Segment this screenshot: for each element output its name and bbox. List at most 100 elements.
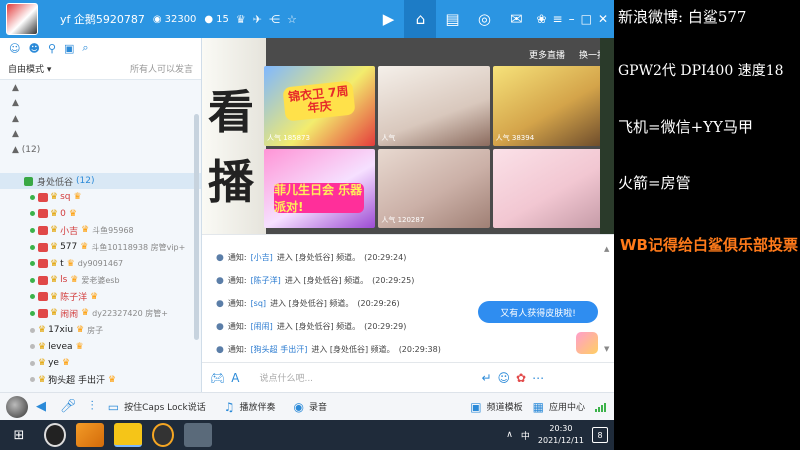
channel-group[interactable]: 身处低谷 (12) — [0, 173, 201, 189]
crown-icon[interactable]: ♛ — [236, 13, 246, 26]
message-user[interactable]: [狗头超 手出汗] — [251, 344, 308, 355]
yy-app-icon[interactable] — [114, 423, 142, 447]
app-center-button[interactable]: ▦ 应用中心 — [533, 400, 585, 414]
user-row[interactable]: ♛ levea ♛ — [0, 338, 201, 355]
user-name[interactable]: yf 企鹅5920787 — [60, 11, 145, 27]
user-row[interactable]: ♛ ye ♛ — [0, 355, 201, 372]
channel-template-button[interactable]: ▣ 频道模板 — [470, 400, 522, 414]
stream-card[interactable] — [492, 148, 604, 228]
tree-section[interactable] — [0, 158, 201, 174]
obs-app-icon[interactable] — [44, 423, 66, 447]
record-button[interactable]: ◉ 录音 — [293, 400, 327, 414]
role-badge-icon — [38, 225, 48, 235]
tray-up-icon[interactable]: ∧ — [506, 430, 513, 440]
video-icon[interactable]: ▶ — [372, 0, 404, 38]
share-icon[interactable]: ⋲ — [269, 13, 280, 26]
maximize-icon[interactable]: □ — [581, 12, 592, 26]
stream-card[interactable]: 人气 38394 — [492, 66, 604, 146]
user-row[interactable]: ♛ 17xiu ♛ 房子 — [0, 322, 201, 339]
tree-section[interactable]: ▲ — [0, 127, 201, 143]
mixer-icon[interactable]: ⫶ — [91, 399, 94, 414]
stream-card[interactable]: 人气 — [378, 66, 490, 146]
user-row[interactable]: ♛ 陈子洋 ♛ — [0, 289, 201, 306]
user-row[interactable]: ♛ ls ♛ 爱老婆esb — [0, 272, 201, 289]
message-user[interactable]: [小吉] — [251, 252, 273, 263]
font-icon[interactable]: A — [231, 371, 239, 385]
scroll-down-icon[interactable]: ▼ — [604, 345, 609, 353]
user-row[interactable]: ♛ 577 ♛ 斗鱼10118938 房管vip+ — [0, 239, 201, 256]
user-avatar[interactable] — [6, 3, 38, 35]
status-dot — [30, 227, 35, 233]
list-icon[interactable]: ▤ — [436, 0, 468, 38]
user-name: 17xiu — [48, 325, 74, 336]
user-icon[interactable]: ☺ — [9, 42, 20, 55]
location-icon[interactable]: ⚲ — [48, 42, 56, 55]
message-user[interactable]: [陈子洋] — [251, 275, 281, 286]
mic-icon[interactable]: 🎤︎ — [60, 399, 77, 414]
menu-icon[interactable]: ≡ — [553, 12, 563, 26]
user-row[interactable]: ♛ 闹闹 ♛ dy22327420 房管+ — [0, 305, 201, 322]
ime-indicator[interactable]: 中 — [521, 429, 530, 442]
self-avatar[interactable] — [6, 395, 28, 418]
title-bar: yf 企鹅5920787 ◉ 32300 ● 15 ♛ ✈ ⋲ ☆ ▶ ⌂ ▤ ◎ … — [0, 0, 614, 38]
window-app-icon[interactable] — [184, 423, 212, 447]
user-row[interactable]: ♛ 0 ♛ — [0, 206, 201, 223]
scroll-up-icon[interactable]: ▲ — [604, 245, 609, 253]
minimize-icon[interactable]: – — [569, 12, 575, 26]
tree-section-count[interactable]: ▲ (12) — [0, 142, 201, 158]
flower-icon[interactable]: ✿ — [516, 371, 526, 385]
face-icon[interactable]: ☻ — [28, 42, 39, 55]
clock[interactable]: 20:30 2021/12/11 — [538, 423, 584, 447]
gift-icon[interactable] — [576, 332, 598, 354]
calligraphy-char: 看 — [208, 85, 254, 139]
windows-taskbar: ⊞ ∧ 中 20:30 2021/12/11 8 — [0, 420, 614, 450]
more-live-link[interactable]: 更多直播 — [529, 48, 565, 61]
user-row[interactable]: ♛ 小吉 ♛ 斗鱼95968 — [0, 222, 201, 239]
skin-icon[interactable]: ❀ — [536, 12, 546, 26]
clock-time: 20:30 — [549, 424, 573, 433]
home-icon[interactable]: ⌂ — [404, 0, 437, 38]
tree-section[interactable]: ▲ — [0, 111, 201, 127]
more-icon[interactable]: ⋯ — [532, 371, 544, 385]
stream-card[interactable]: 菲儿生日会 乐器派对! — [264, 148, 376, 228]
gamepad-icon[interactable]: 🎮︎ — [210, 371, 225, 385]
tree-section[interactable]: ▲ — [0, 96, 201, 112]
close-icon[interactable]: ✕ — [598, 12, 608, 26]
chat-input[interactable]: 说点什么吧... — [259, 371, 469, 384]
message-text: 进入 [身处低谷] 频道。 — [311, 345, 395, 354]
left-scrollbar[interactable] — [194, 114, 199, 340]
music-button[interactable]: ♫ 播放伴奏 — [224, 400, 276, 414]
level-icon: ♛ — [81, 225, 90, 236]
crown-icon: ♛ — [50, 225, 59, 236]
stream-card[interactable]: 人气 120287 — [378, 148, 490, 228]
speaker-icon[interactable]: ◀ — [36, 399, 46, 414]
stream-card[interactable]: 锦衣卫 7周年庆 人气 185873 — [264, 66, 376, 146]
search-icon[interactable]: ⌕ — [82, 41, 88, 55]
chat-scrollbar[interactable]: ▲ ▼ — [604, 245, 610, 353]
windows-start-icon[interactable]: ⊞ — [0, 428, 38, 443]
message-user[interactable]: [闹闹] — [251, 321, 273, 332]
chat-input-row: 🎮︎ A 说点什么吧... ↵ ☺ ✿ ⋯ — [202, 362, 614, 392]
star-icon[interactable]: ☆ — [287, 13, 297, 26]
user-row[interactable]: ♛ sq ♛ — [0, 189, 201, 206]
caps-talk-button[interactable]: ▭ 按住Caps Lock说话 — [108, 400, 206, 414]
grid-icon[interactable]: ▣ — [64, 42, 74, 55]
skin-notice-bubble[interactable]: 又有人获得皮肤啦! — [478, 301, 598, 323]
tree-section[interactable]: ▲ — [0, 80, 201, 96]
mode-selector[interactable]: 自由模式 ▾ — [8, 62, 51, 75]
game-icon[interactable]: ◎ — [468, 0, 500, 38]
message-user[interactable]: [sq] — [251, 299, 267, 308]
send-icon[interactable]: ↵ — [481, 371, 491, 385]
user-name: 577 — [60, 242, 78, 253]
mail-icon[interactable]: ✉ — [500, 0, 532, 38]
emoji-icon[interactable]: ☺ — [498, 371, 511, 385]
user-row[interactable]: ♛ t ♛ dy9091467 — [0, 255, 201, 272]
plane-icon[interactable]: ✈ — [253, 13, 262, 26]
chat-message: ● 通知: [小吉] 进入 [身处低谷] 频道。 (20:29:24) — [216, 252, 406, 263]
g-app-icon[interactable] — [152, 423, 174, 447]
member-stat: ● 15 — [204, 14, 228, 25]
notice-icon: ● — [216, 321, 224, 332]
user-row[interactable]: ♛ 狗头超 手出汗 ♛ — [0, 372, 201, 389]
game-app-icon[interactable] — [76, 423, 104, 447]
notification-icon[interactable]: 8 — [592, 427, 608, 443]
